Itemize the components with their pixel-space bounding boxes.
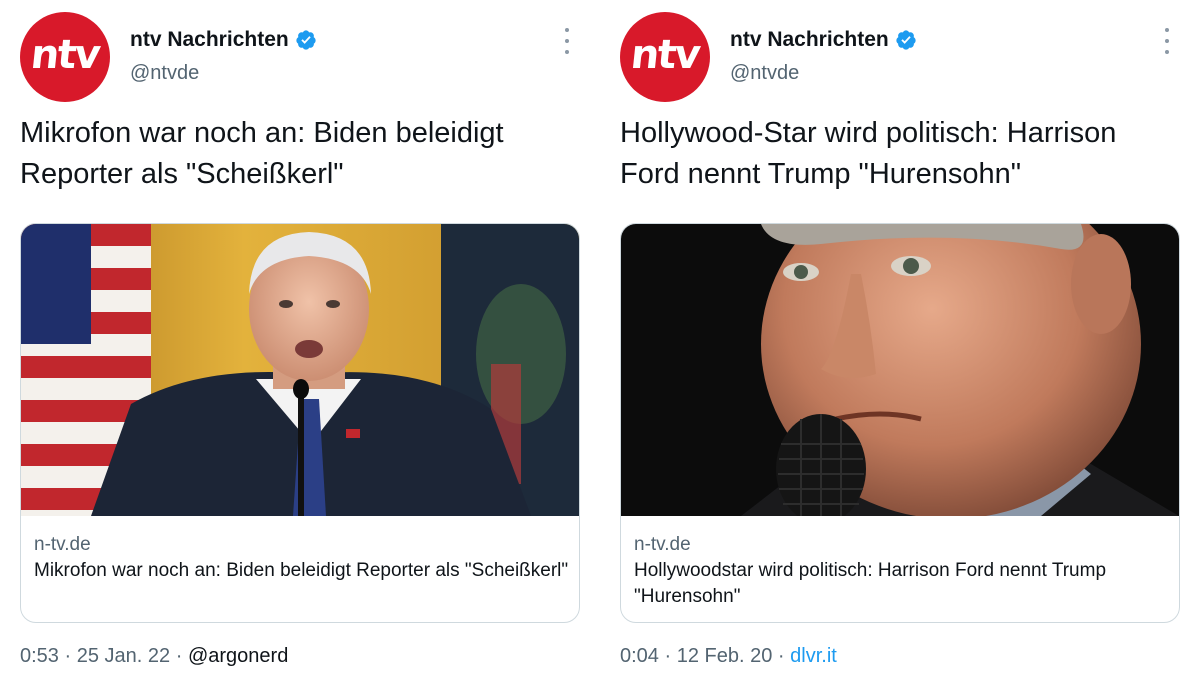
tweet-time[interactable]: 0:04	[620, 645, 659, 667]
ntv-logo: ntv	[28, 32, 102, 78]
tweet-left: ntv ntv Nachrichten @ntvde Mikrofon war …	[0, 0, 600, 682]
tweet-text: Hollywood-Star wird politisch: Harrison …	[620, 117, 1117, 190]
tweet-text: Mikrofon war noch an: Biden beleidigt Re…	[20, 117, 504, 190]
avatar[interactable]: ntv	[20, 12, 110, 102]
more-options-icon[interactable]	[1158, 28, 1176, 54]
meta-separator: ·	[175, 645, 183, 667]
tweet-source[interactable]: @argonerd	[188, 645, 288, 667]
card-domain: n-tv.de	[634, 534, 691, 555]
author-row: ntv Nachrichten	[730, 28, 917, 52]
meta-separator: ·	[664, 645, 672, 667]
meta-separator: ·	[777, 645, 785, 667]
verified-badge-icon	[295, 29, 317, 51]
tweet-date[interactable]: 25 Jan. 22	[77, 645, 170, 667]
link-card[interactable]: n-tv.de Mikrofon war noch an: Biden bele…	[20, 223, 580, 623]
tweet-source[interactable]: dlvr.it	[790, 645, 837, 667]
tweet-date[interactable]: 12 Feb. 20	[677, 645, 773, 667]
card-title: Mikrofon war noch an: Biden beleidigt Re…	[34, 560, 569, 581]
card-image-biden[interactable]	[21, 224, 579, 516]
tweet-meta: 0:04 · 12 Feb. 20 · dlvr.it	[620, 645, 837, 668]
tweet-right: ntv ntv Nachrichten @ntvde Hollywood-Sta…	[600, 0, 1200, 682]
verified-badge-icon	[895, 29, 917, 51]
tweet-meta: 0:53 · 25 Jan. 22 · @argonerd	[20, 645, 288, 668]
link-card[interactable]: n-tv.de Hollywoodstar wird politisch: Ha…	[620, 223, 1180, 623]
more-options-icon[interactable]	[558, 28, 576, 54]
ntv-logo: ntv	[628, 32, 702, 78]
display-name[interactable]: ntv Nachrichten	[730, 28, 889, 52]
handle[interactable]: @ntvde	[730, 62, 799, 85]
display-name[interactable]: ntv Nachrichten	[130, 28, 289, 52]
card-image-ford[interactable]	[621, 224, 1179, 516]
tweet-time[interactable]: 0:53	[20, 645, 59, 667]
author-row: ntv Nachrichten	[130, 28, 317, 52]
avatar[interactable]: ntv	[620, 12, 710, 102]
card-title: Hollywoodstar wird politisch: Harrison F…	[634, 560, 1107, 607]
handle[interactable]: @ntvde	[130, 62, 199, 85]
card-domain: n-tv.de	[34, 534, 91, 555]
meta-separator: ·	[64, 645, 72, 667]
